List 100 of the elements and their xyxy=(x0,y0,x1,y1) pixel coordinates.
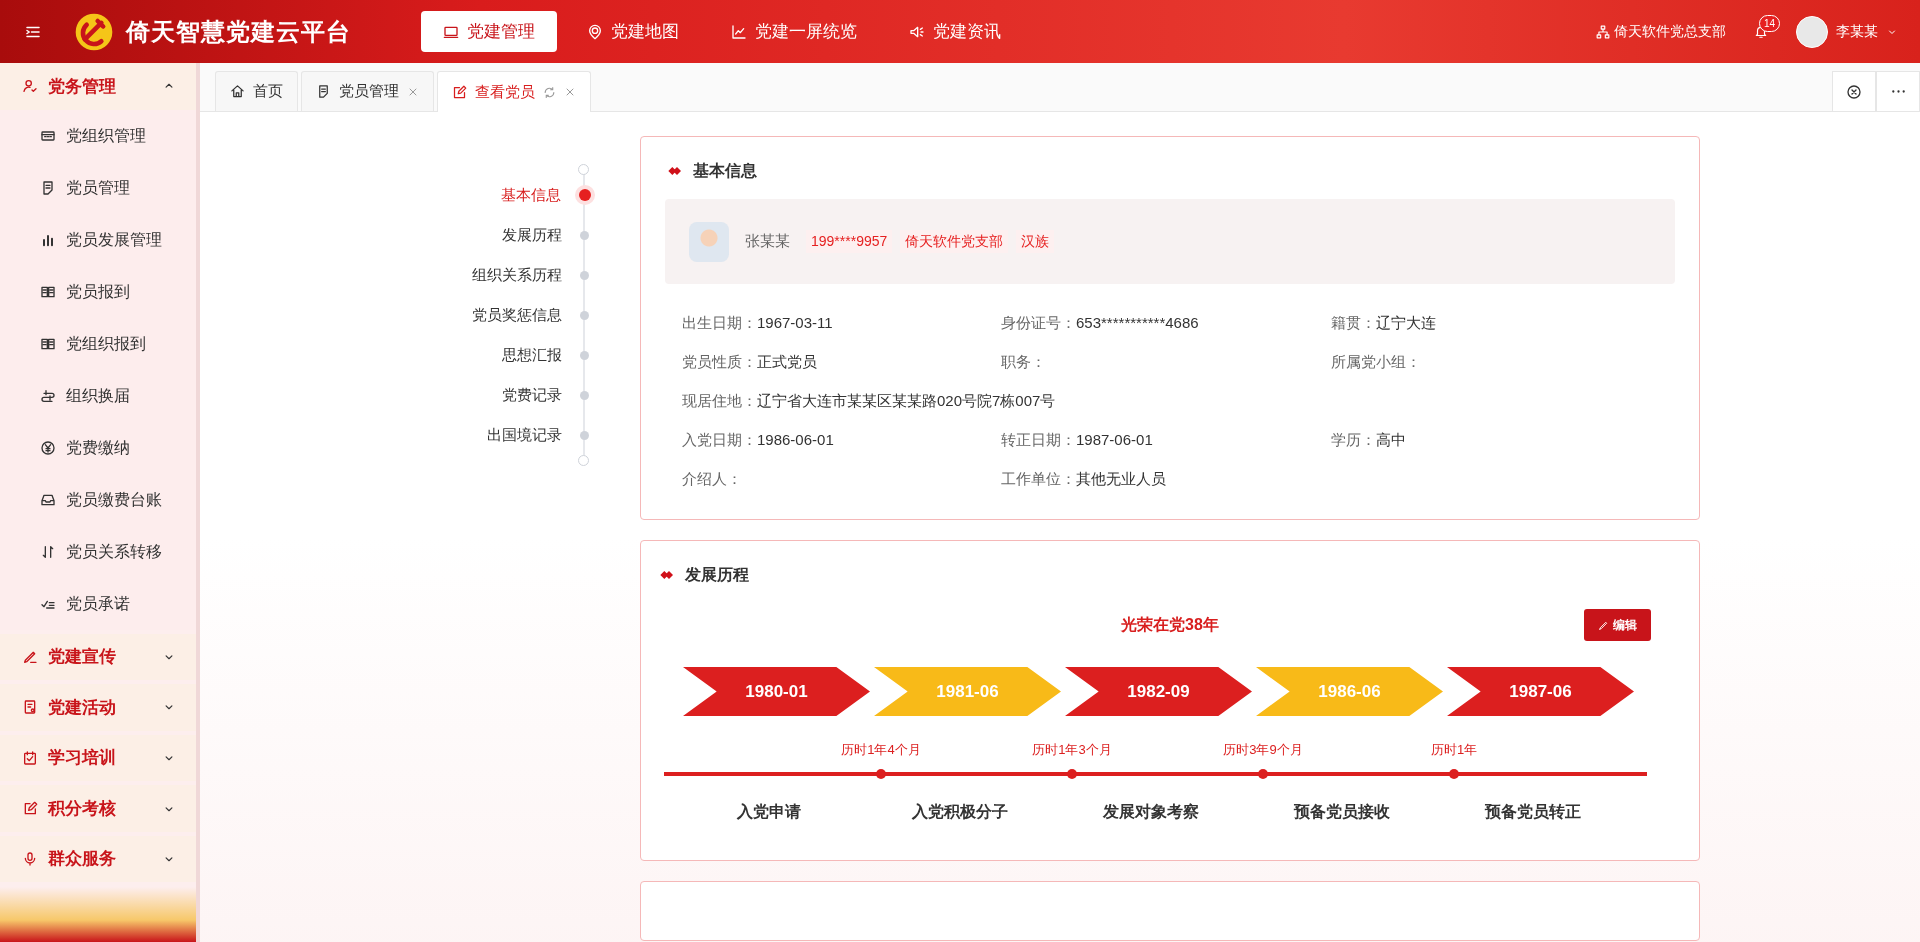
page-tab[interactable]: 查看党员 xyxy=(437,71,591,112)
menu-group[interactable]: 学习培训 xyxy=(0,734,196,782)
document-icon xyxy=(316,84,331,99)
field-label: 职务： xyxy=(1001,352,1046,373)
anchor-link[interactable]: 组织关系历程 xyxy=(472,263,562,287)
menu-item[interactable]: 党员关系转移 xyxy=(0,525,196,578)
field-value: 其他无业人员 xyxy=(1076,469,1166,490)
org-name[interactable]: 倚天软件党总支部 xyxy=(1614,21,1726,42)
line-chart-icon xyxy=(731,23,747,40)
user-name[interactable]: 李某某 xyxy=(1836,21,1878,42)
yuan-icon xyxy=(40,439,56,456)
cycle-icon xyxy=(40,387,56,404)
notification-badge: 14 xyxy=(1758,14,1780,32)
member-tag: 199****9957 xyxy=(806,230,893,253)
menu-group[interactable]: 党建活动 xyxy=(0,684,196,731)
transfer-icon xyxy=(40,543,56,560)
menu-item[interactable]: 党员管理 xyxy=(0,161,196,214)
menu-item[interactable]: 组织换届 xyxy=(0,369,196,422)
section-title: 基本信息 xyxy=(693,161,757,181)
anchor-dot xyxy=(580,430,589,440)
field-value: 辽宁省大连市某某区某某路020号院7栋007号 xyxy=(757,391,1056,412)
menu-item[interactable]: 党员缴费台账 xyxy=(0,473,196,526)
field-value: 正式党员 xyxy=(757,352,817,373)
field-value: 辽宁大连 xyxy=(1376,313,1436,334)
field-label: 出生日期： xyxy=(682,313,757,334)
microphone-icon xyxy=(22,851,38,868)
pen-icon xyxy=(1598,619,1609,631)
anchor-dot xyxy=(580,270,589,280)
field-label: 工作单位： xyxy=(1001,469,1076,490)
timeline-step: 1980-01 xyxy=(683,667,870,716)
anchor-link[interactable]: 思想汇报 xyxy=(502,343,562,367)
avatar-icon[interactable] xyxy=(1796,15,1828,48)
anchor-dot xyxy=(580,350,589,360)
field-label: 身份证号： xyxy=(1001,313,1076,334)
nav-tab[interactable]: 党建资讯 xyxy=(887,10,1023,53)
field-value: 1986-06-01 xyxy=(757,430,834,451)
edit-button[interactable]: 编辑 xyxy=(1584,609,1651,641)
timeline-step: 1981-06 xyxy=(874,667,1061,716)
stage-label: 预备党员接收 xyxy=(1293,802,1390,822)
menu-group[interactable]: 群众服务 xyxy=(0,835,196,883)
org-chart-icon xyxy=(1596,24,1610,39)
menu-item[interactable]: 党组织报到 xyxy=(0,317,196,370)
anchor-dot xyxy=(580,390,589,400)
timeline-start-marker xyxy=(578,164,589,175)
duration-label: 历时1年4个月 xyxy=(841,741,921,759)
menu-group[interactable]: 党务管理 xyxy=(0,63,196,110)
avatar-icon xyxy=(689,221,729,262)
timeline-step: 1987-06 xyxy=(1447,667,1634,716)
anchor-link[interactable]: 发展历程 xyxy=(502,223,562,247)
more-icon xyxy=(1891,90,1905,93)
field-label: 籍贯： xyxy=(1331,313,1376,334)
field-label: 党员性质： xyxy=(682,352,757,373)
document-icon xyxy=(22,699,38,716)
refresh-icon[interactable] xyxy=(543,85,556,99)
nav-tab[interactable]: 党建地图 xyxy=(565,10,701,53)
app-title: 倚天智慧党建云平台 xyxy=(126,16,351,47)
field-label: 现居住地： xyxy=(682,391,757,412)
stage-label: 预备党员转正 xyxy=(1484,802,1581,822)
close-all-button[interactable] xyxy=(1832,71,1876,111)
map-pin-icon xyxy=(587,23,603,40)
close-icon[interactable] xyxy=(564,86,576,98)
field-value: 1967-03-11 xyxy=(757,313,833,334)
duration-label: 历时3年9个月 xyxy=(1223,741,1303,759)
menu-item[interactable]: 党组织管理 xyxy=(0,109,196,162)
duration-label: 历时1年3个月 xyxy=(1032,741,1112,759)
summary-text: 光荣在党38年 xyxy=(1121,615,1219,635)
field-label: 入党日期： xyxy=(682,430,757,451)
anchor-link[interactable]: 出国境记录 xyxy=(487,423,562,447)
anchor-link[interactable]: 基本信息 xyxy=(501,183,561,207)
user-icon xyxy=(22,78,38,95)
document-icon xyxy=(40,179,56,196)
field-label: 学历： xyxy=(1331,430,1376,451)
timeline-step: 1986-06 xyxy=(1256,667,1443,716)
member-tag: 倚天软件党支部 xyxy=(900,230,1009,253)
menu-group[interactable]: 党建宣传 xyxy=(0,633,196,681)
member-tag: 汉族 xyxy=(1016,230,1055,253)
field-label: 所属党小组： xyxy=(1331,352,1421,373)
timeline-end-marker xyxy=(578,455,589,466)
menu-item[interactable]: 党员报到 xyxy=(0,265,196,318)
calendar-icon xyxy=(22,750,38,766)
page-tab[interactable]: 首页 xyxy=(215,71,298,111)
field-value: 高中 xyxy=(1376,430,1406,451)
close-circle-icon xyxy=(1846,83,1862,100)
page-tab[interactable]: 党员管理 xyxy=(301,71,434,111)
menu-item[interactable]: 党费缴纳 xyxy=(0,421,196,474)
nav-tab[interactable]: 党建一屏统览 xyxy=(709,10,879,53)
nav-tab[interactable]: 党建管理 xyxy=(421,10,557,53)
anchor-dot xyxy=(579,189,591,201)
menu-item[interactable]: 党员发展管理 xyxy=(0,213,196,266)
menu-group[interactable]: 积分考核 xyxy=(0,785,196,832)
section-title: 发展历程 xyxy=(685,565,749,585)
anchor-link[interactable]: 党员奖惩信息 xyxy=(472,303,562,327)
menu-item[interactable]: 党员承诺 xyxy=(0,577,196,630)
duration-label: 历时1年 xyxy=(1430,741,1478,759)
field-value: 1987-06-01 xyxy=(1076,430,1153,451)
anchor-dot xyxy=(580,230,589,240)
anchor-link[interactable]: 党费记录 xyxy=(502,383,562,407)
field-value: 653***********4686 xyxy=(1076,313,1199,334)
edit-icon xyxy=(22,800,38,817)
field-label: 转正日期： xyxy=(1001,430,1076,451)
